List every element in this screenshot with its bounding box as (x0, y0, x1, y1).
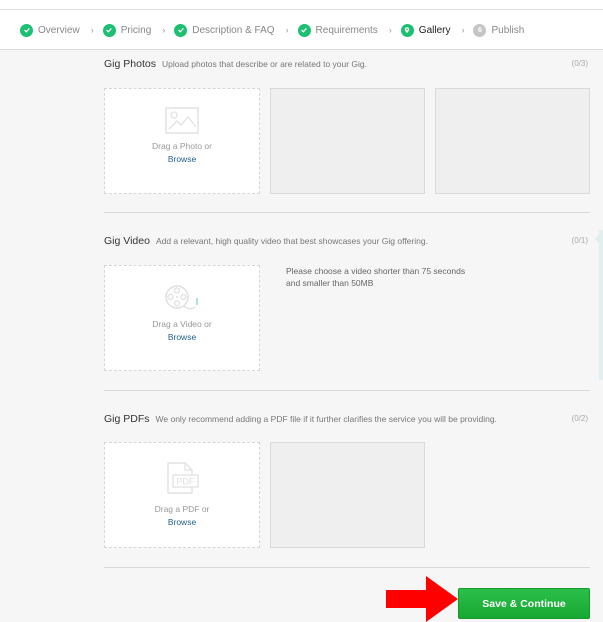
progress-nav: Overview › Pricing › Description & FAQ ›… (0, 0, 603, 50)
section-divider (104, 212, 590, 213)
chevron-right-icon: › (285, 25, 289, 35)
step-label: Overview (38, 24, 80, 36)
section-description: Add a relevant, high quality video that … (155, 236, 428, 246)
gig-photos-section: Gig Photos Upload photos that describe o… (104, 58, 590, 198)
side-panel-tab[interactable] (595, 230, 603, 380)
section-description: Upload photos that describe or are relat… (161, 59, 368, 69)
section-divider (104, 567, 590, 568)
step-label: Pricing (120, 24, 152, 36)
dropzone-text: Drag a PDF or (154, 504, 210, 514)
pdf-icon-label: PDF (177, 477, 196, 487)
video-dropzone[interactable]: Drag a Video or Browse (104, 265, 260, 371)
pdf-count: (0/2) (571, 414, 588, 423)
pdf-file-icon: PDF (165, 461, 199, 500)
step-pricing[interactable]: Pricing (102, 23, 152, 37)
section-title: Gig Photos (104, 58, 156, 70)
check-icon (297, 23, 311, 37)
section-description: We only recommend adding a PDF file if i… (155, 414, 497, 424)
step-gallery[interactable]: Gallery (400, 23, 451, 37)
steps-breadcrumb: Overview › Pricing › Description & FAQ ›… (20, 21, 524, 39)
film-reel-icon (164, 284, 200, 317)
step-overview[interactable]: Overview (20, 23, 80, 37)
section-title: Gig Video (104, 235, 150, 247)
check-icon (174, 23, 188, 37)
note-line: and smaller than 50MB (286, 278, 374, 288)
dropzone-text: Drag a Photo or (151, 141, 212, 151)
video-requirements-note: Please choose a video shorter than 75 se… (286, 265, 496, 289)
check-icon (20, 23, 33, 37)
chevron-right-icon: › (162, 25, 166, 35)
step-publish[interactable]: 6 Publish (473, 23, 525, 37)
tab-notch (595, 234, 599, 244)
step-label: Requirements (315, 24, 378, 36)
section-header: Gig Photos Upload photos that describe o… (104, 58, 590, 72)
chevron-right-icon: › (461, 25, 465, 35)
browse-link[interactable]: Browse (105, 332, 259, 342)
chevron-right-icon: › (388, 25, 392, 35)
gig-video-section: Gig Video Add a relevant, high quality v… (104, 235, 590, 375)
video-count: (0/1) (571, 236, 588, 245)
browse-link[interactable]: Browse (105, 154, 259, 164)
location-pin-icon (400, 23, 414, 37)
check-icon (102, 23, 116, 37)
photo-slot-3 (435, 88, 590, 194)
browse-link[interactable]: Browse (105, 517, 259, 527)
note-line: Please choose a video shorter than 75 se… (286, 266, 466, 276)
section-header: Gig Video Add a relevant, high quality v… (104, 235, 590, 249)
section-title: Gig PDFs (104, 413, 150, 425)
section-divider (104, 390, 590, 391)
step-label: Publish (491, 24, 525, 36)
step-requirements[interactable]: Requirements (297, 23, 378, 37)
step-description-faq[interactable]: Description & FAQ (174, 23, 275, 37)
section-header: Gig PDFs We only recommend adding a PDF … (104, 413, 590, 427)
photo-dropzone[interactable]: Drag a Photo or Browse (104, 88, 260, 194)
image-icon (165, 107, 199, 139)
gig-pdfs-section: Gig PDFs We only recommend adding a PDF … (104, 413, 590, 553)
pdf-slot-2 (270, 442, 425, 548)
save-and-continue-button[interactable]: Save & Continue (458, 588, 590, 619)
photo-slot-2 (270, 88, 425, 194)
step-label: Gallery (418, 24, 451, 36)
pdf-dropzone[interactable]: PDF Drag a PDF or Browse (104, 442, 260, 548)
red-arrow-annotation (386, 576, 458, 622)
photo-count: (0/3) (571, 59, 588, 68)
step-label: Description & FAQ (192, 24, 275, 36)
step-number-badge: 6 (473, 23, 487, 37)
dropzone-text: Drag a Video or (152, 319, 212, 329)
chevron-right-icon: › (90, 25, 94, 35)
nav-top-border (0, 9, 603, 10)
